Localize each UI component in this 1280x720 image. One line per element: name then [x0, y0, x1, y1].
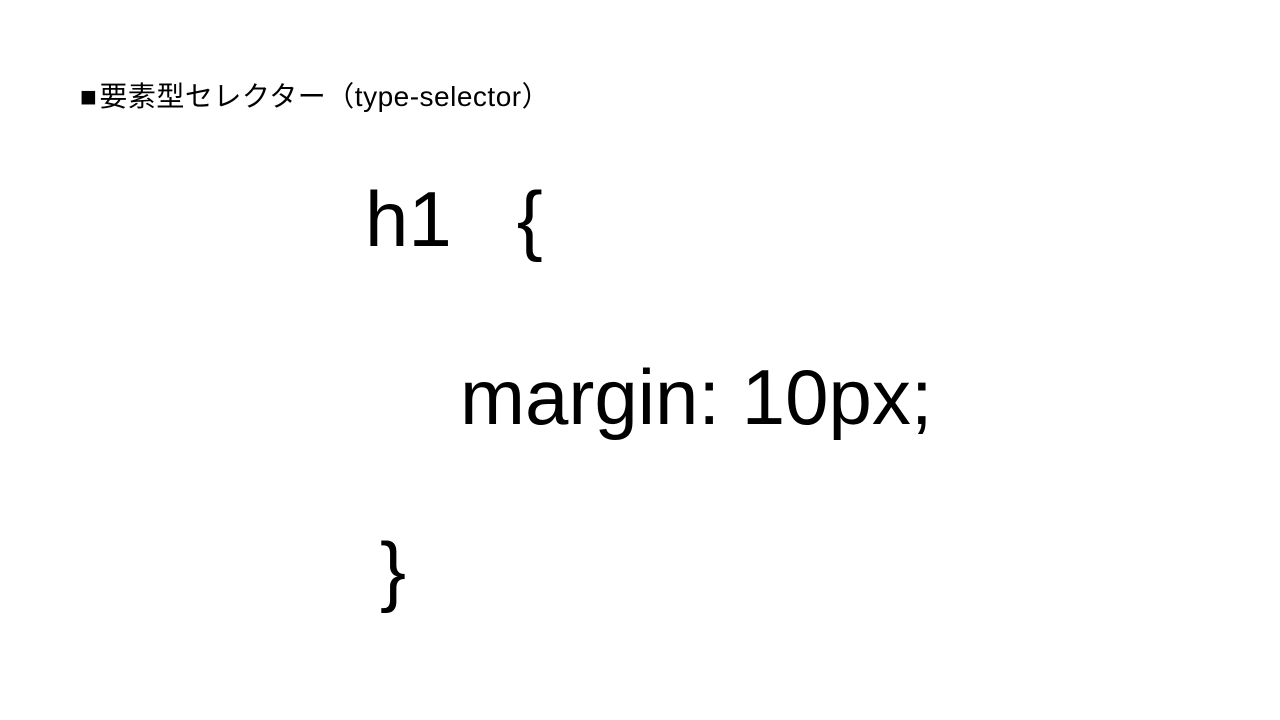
slide-heading: ■要素型セレクター（type-selector）	[80, 75, 550, 115]
code-example: h1 { margin: 10px; }	[365, 180, 933, 609]
code-line-3: }	[380, 531, 933, 609]
code-line-1: h1 {	[365, 180, 933, 258]
code-line-2: margin: 10px;	[460, 358, 933, 436]
bullet-icon: ■	[80, 81, 97, 113]
heading-text: 要素型セレクター（type-selector）	[99, 81, 550, 112]
